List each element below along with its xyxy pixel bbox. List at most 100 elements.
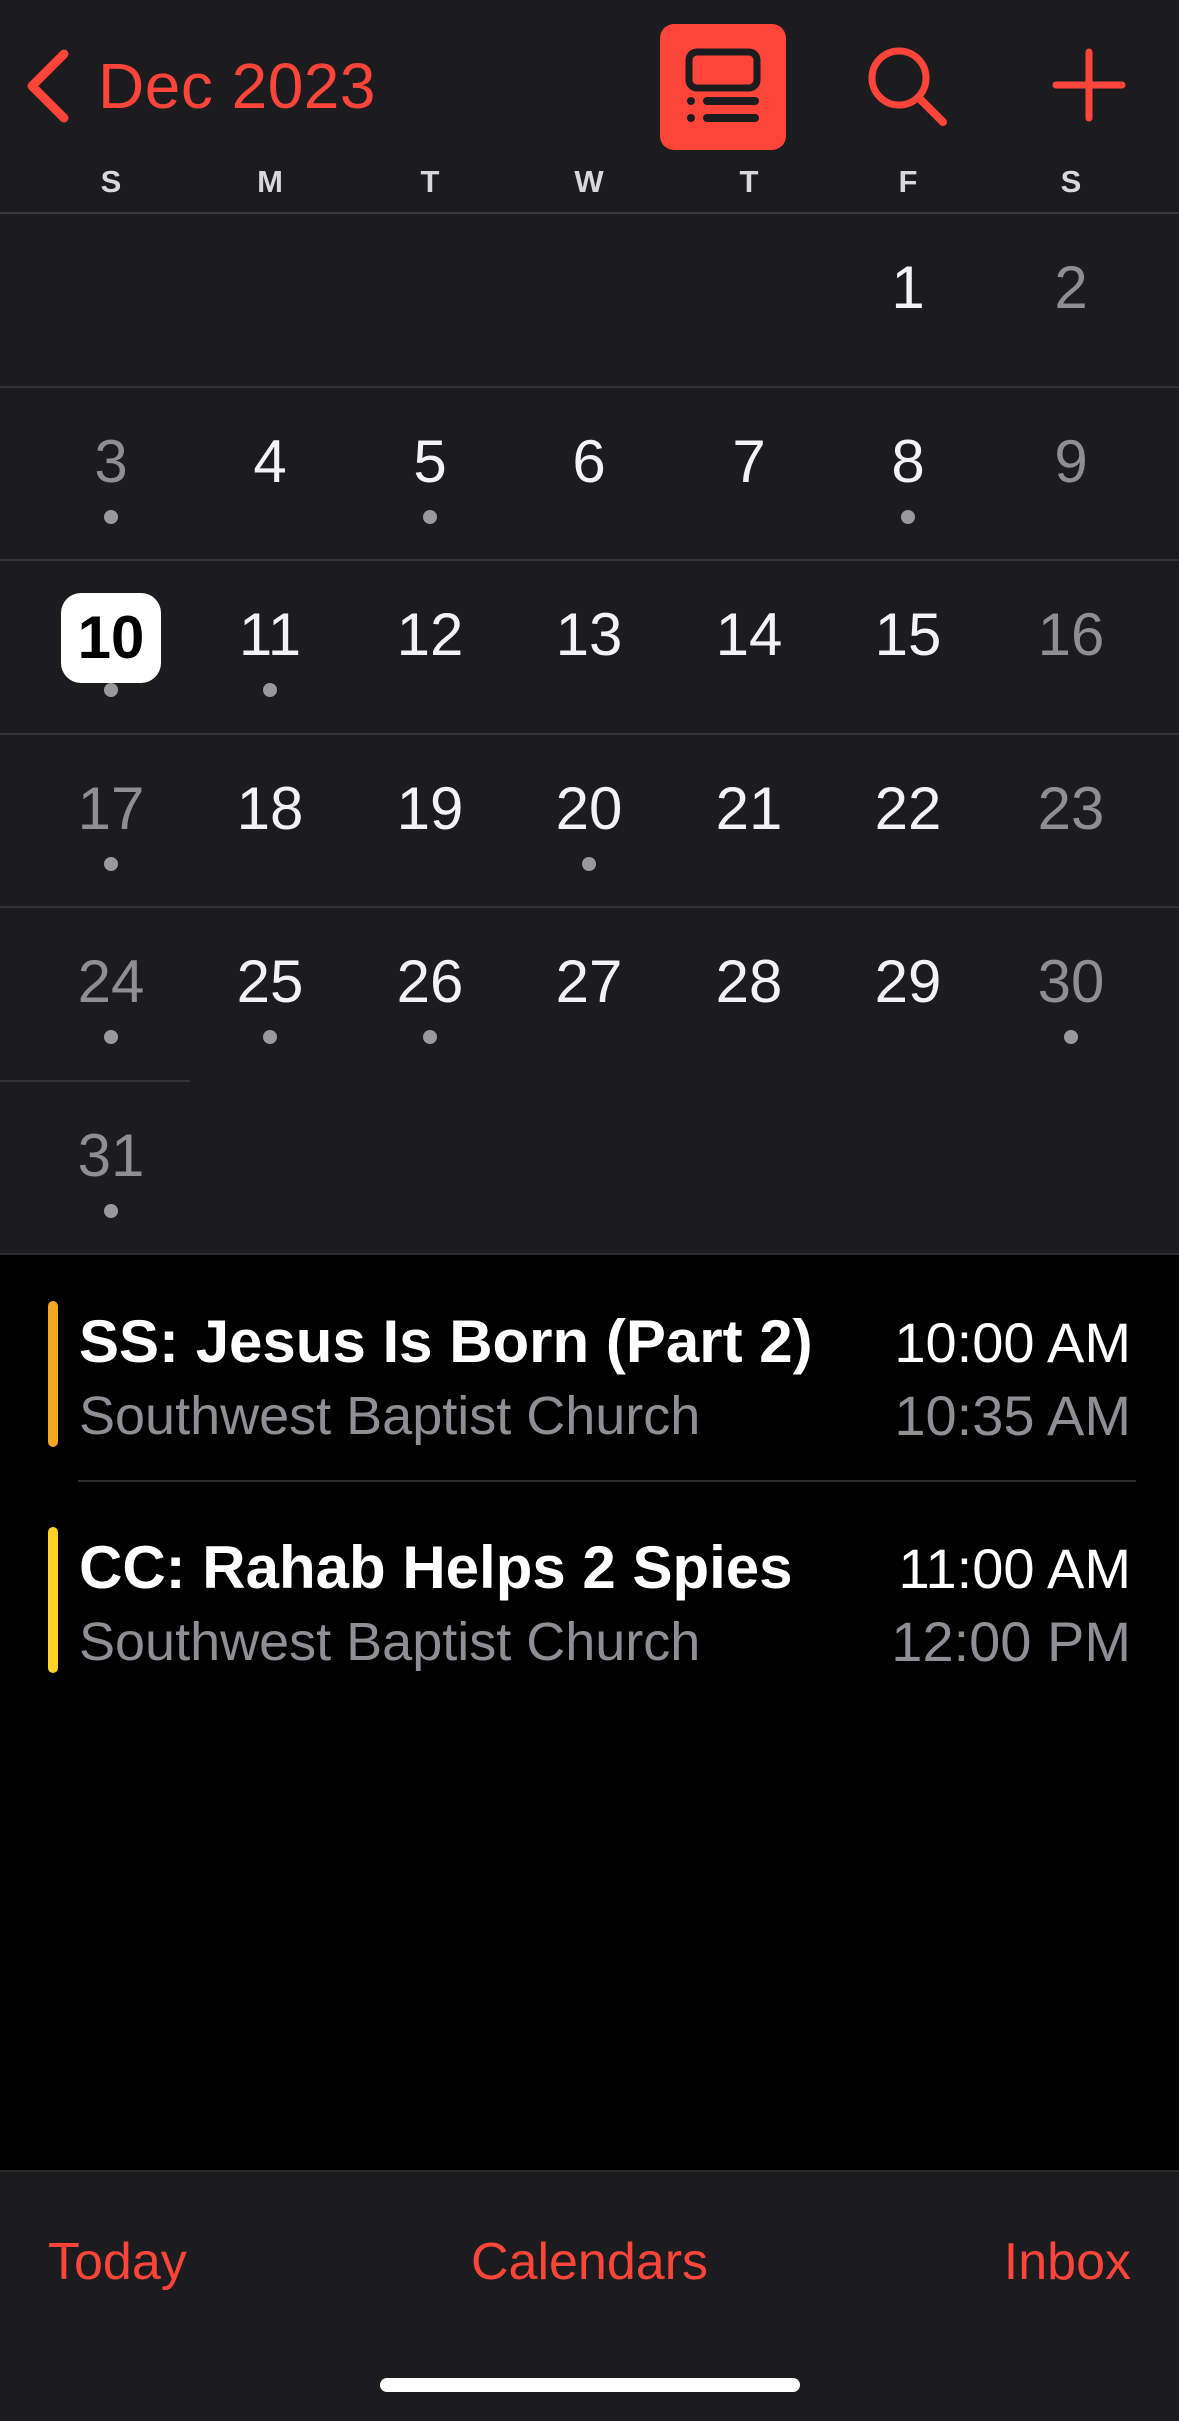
day-cell[interactable]: 30 xyxy=(991,908,1151,1081)
event-indicator-dot xyxy=(901,509,915,524)
date-number: 12 xyxy=(396,601,464,668)
day-cell[interactable]: 23 xyxy=(991,735,1151,908)
date-number: 28 xyxy=(715,948,783,1015)
day-cell[interactable]: 15 xyxy=(828,561,988,734)
weekday-label: T xyxy=(420,164,440,199)
day-cell[interactable]: 18 xyxy=(190,735,350,908)
event-end-time: 10:35 AM xyxy=(894,1384,1131,1447)
event-indicator-dot xyxy=(1064,1030,1078,1044)
day-cell[interactable]: 1 xyxy=(828,214,988,387)
today-date-number: 10 xyxy=(61,593,161,683)
event-indicator-dot xyxy=(263,1030,277,1044)
event-indicator-dot xyxy=(423,1030,437,1044)
weekday-label: S xyxy=(1060,164,1082,199)
day-cell[interactable]: 16 xyxy=(991,561,1151,734)
event-row[interactable]: SS: Jesus Is Born (Part 2) Southwest Bap… xyxy=(0,1255,1179,1482)
date-number: 29 xyxy=(874,948,942,1015)
day-cell[interactable]: 21 xyxy=(669,735,829,908)
date-number: 20 xyxy=(555,774,623,842)
event-indicator-dot xyxy=(104,1203,118,1218)
event-title: SS: Jesus Is Born (Part 2) xyxy=(79,1308,813,1375)
date-number: 19 xyxy=(396,774,464,842)
day-cell[interactable]: 22 xyxy=(828,735,988,908)
day-cell[interactable]: 24 xyxy=(31,908,191,1081)
day-cell[interactable]: 3 xyxy=(31,388,191,561)
calendars-button[interactable]: Calendars xyxy=(0,2227,1179,2297)
event-indicator-dot xyxy=(104,856,118,871)
date-number: 27 xyxy=(555,948,623,1015)
day-cell[interactable]: 27 xyxy=(509,908,669,1081)
day-cell[interactable]: 11 xyxy=(190,561,350,734)
day-cell[interactable]: 31 xyxy=(31,1082,191,1255)
date-number: 25 xyxy=(236,948,304,1015)
month-view: Dec 2023 SMTWTFS 1 2 3 4 5 6 7 8 9 10 11 12 xyxy=(0,0,1179,1255)
calendar-color-bar xyxy=(48,1527,58,1673)
day-cell[interactable]: 5 xyxy=(350,388,510,561)
date-number: 1 xyxy=(891,254,925,321)
date-number: 18 xyxy=(236,774,304,842)
day-cell[interactable]: 2 xyxy=(991,214,1151,387)
weekday-label: W xyxy=(574,164,604,199)
date-number: 2 xyxy=(1054,254,1088,321)
date-number: 4 xyxy=(253,427,287,495)
day-cell[interactable]: 4 xyxy=(190,388,350,561)
date-number: 7 xyxy=(732,427,766,495)
event-indicator-dot xyxy=(104,683,118,697)
date-number: 31 xyxy=(77,1121,145,1189)
day-cell[interactable]: 19 xyxy=(350,735,510,908)
day-cell[interactable]: 10 xyxy=(31,561,191,734)
date-number: 11 xyxy=(238,601,302,668)
date-number: 30 xyxy=(1037,948,1105,1015)
weekday-label: S xyxy=(100,164,122,199)
day-cell[interactable]: 7 xyxy=(669,388,829,561)
chevron-left-icon xyxy=(27,49,69,123)
list-view-toggle-button[interactable] xyxy=(660,24,786,150)
day-cell[interactable]: 20 xyxy=(509,735,669,908)
date-number: 21 xyxy=(715,774,783,842)
event-end-time: 12:00 PM xyxy=(891,1610,1131,1673)
weekday-label: M xyxy=(257,164,283,199)
month-title[interactable]: Dec 2023 xyxy=(98,46,376,126)
event-start-time: 10:00 AM xyxy=(894,1311,1131,1374)
weekday-header: SMTWTFS xyxy=(0,160,1179,212)
event-indicator-dot xyxy=(104,509,118,524)
inbox-button[interactable]: Inbox xyxy=(1004,2227,1131,2297)
day-cell[interactable]: 6 xyxy=(509,388,669,561)
back-button[interactable] xyxy=(22,46,72,126)
date-number: 14 xyxy=(715,601,783,668)
day-cell[interactable]: 25 xyxy=(190,908,350,1081)
day-cell[interactable]: 26 xyxy=(350,908,510,1081)
event-indicator-dot xyxy=(263,683,277,697)
day-cell[interactable]: 17 xyxy=(31,735,191,908)
day-cell[interactable]: 9 xyxy=(991,388,1151,561)
date-number: 23 xyxy=(1037,774,1105,842)
event-indicator-dot xyxy=(104,1030,118,1044)
day-cell[interactable]: 28 xyxy=(669,908,829,1081)
list-view-icon xyxy=(685,48,761,122)
date-number: 5 xyxy=(413,427,447,495)
event-title: CC: Rahab Helps 2 Spies xyxy=(79,1534,793,1601)
add-event-button[interactable] xyxy=(1050,46,1128,124)
day-cell[interactable]: 14 xyxy=(669,561,829,734)
navigation-bar: Dec 2023 xyxy=(0,0,1179,170)
search-button[interactable] xyxy=(865,44,950,129)
event-indicator-dot xyxy=(423,509,437,524)
day-cell[interactable]: 8 xyxy=(828,388,988,561)
date-number: 6 xyxy=(572,427,606,495)
date-number: 3 xyxy=(94,427,128,495)
event-row[interactable]: CC: Rahab Helps 2 Spies Southwest Baptis… xyxy=(0,1481,1179,1673)
date-number: 15 xyxy=(874,601,942,668)
event-start-time: 11:00 AM xyxy=(898,1537,1131,1600)
event-indicator-dot xyxy=(582,856,596,871)
day-cell[interactable]: 13 xyxy=(509,561,669,734)
day-cell[interactable]: 29 xyxy=(828,908,988,1081)
date-number: 13 xyxy=(555,601,623,668)
day-cell[interactable]: 12 xyxy=(350,561,510,734)
event-location: Southwest Baptist Church xyxy=(79,1612,701,1672)
magnifier-icon xyxy=(868,47,947,126)
home-indicator[interactable] xyxy=(380,2378,800,2392)
date-number: 8 xyxy=(891,427,925,495)
calendar-color-bar xyxy=(48,1301,58,1447)
date-number: 24 xyxy=(77,948,145,1015)
date-number: 9 xyxy=(1054,427,1088,495)
